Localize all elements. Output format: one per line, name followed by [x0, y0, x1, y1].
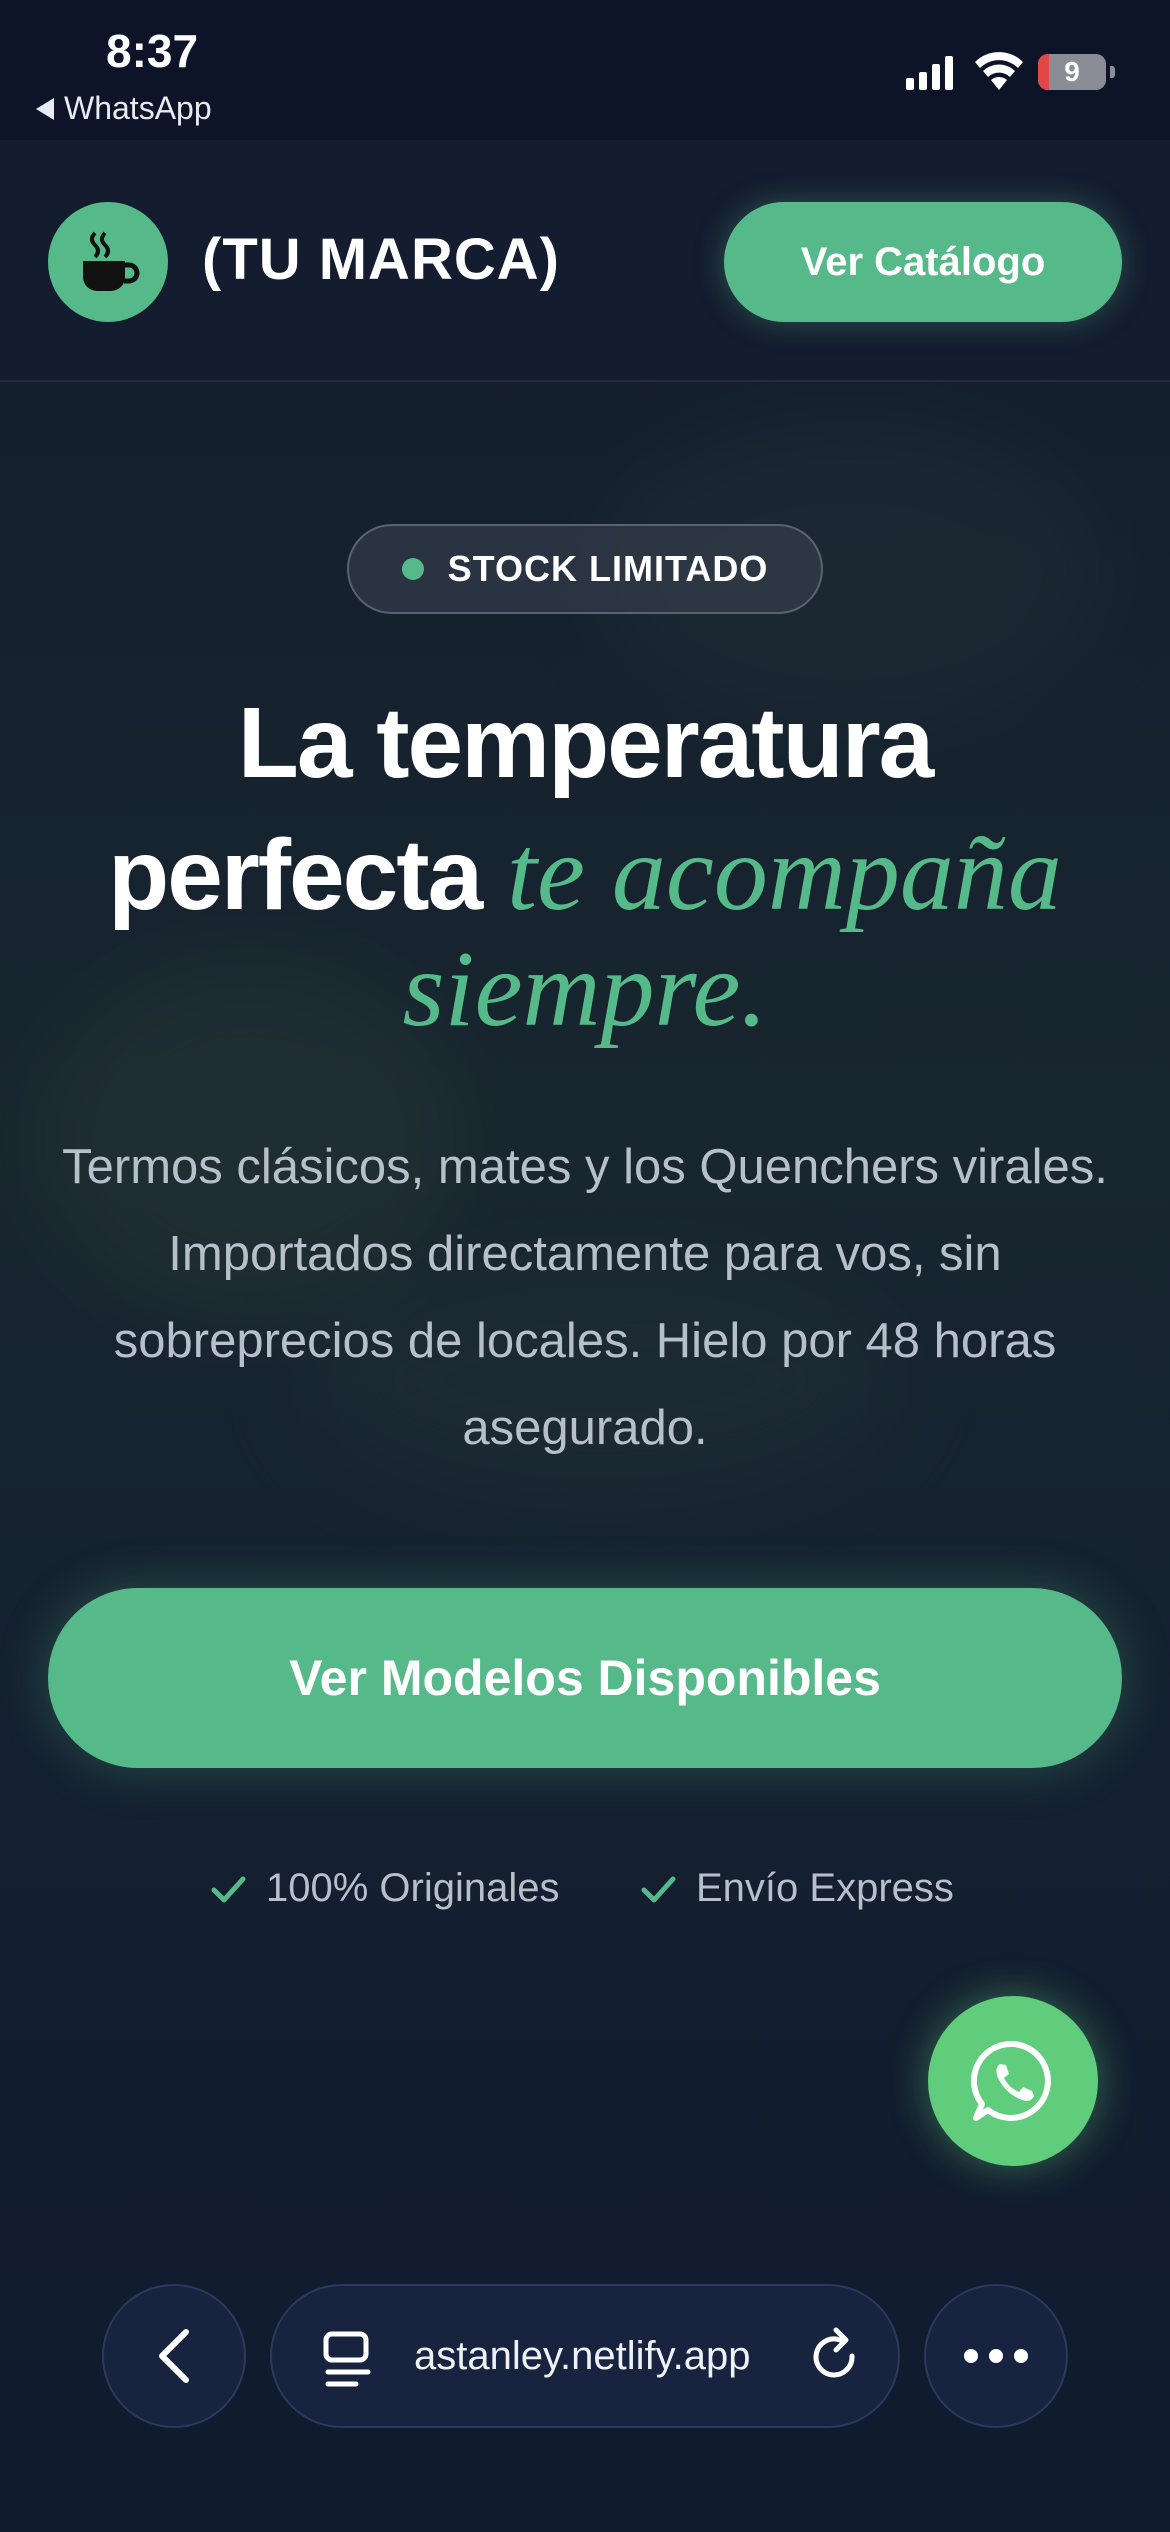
ellipsis-icon [964, 2349, 1028, 2363]
url-text: astanley.netlify.app [414, 2334, 751, 2378]
reload-icon[interactable] [806, 2326, 866, 2390]
feature-label: Envío Express [696, 1866, 954, 1910]
back-app-label: WhatsApp [64, 90, 212, 126]
whatsapp-button[interactable] [928, 1996, 1098, 2166]
view-models-button[interactable]: Ver Modelos Disponibles [48, 1588, 1122, 1768]
check-icon [211, 1876, 246, 1902]
stock-badge: STOCK LIMITADO [347, 524, 823, 614]
coffee-cup-icon [83, 231, 140, 291]
status-dot-icon [401, 558, 424, 580]
cellular-signal-icon [906, 56, 953, 90]
hero-title-line2: perfecta te acompaña [0, 812, 1170, 936]
hero-description: Termos clásicos, mates y los Quenchers v… [62, 1140, 1108, 1455]
hero-title-accent-2: siempre. [402, 930, 768, 1049]
chevron-left-icon [159, 2329, 189, 2383]
more-options-button[interactable] [924, 2284, 1068, 2428]
feature-originals: 100% Originales [208, 1866, 560, 1911]
battery-icon: 9 [1038, 54, 1106, 90]
check-icon [641, 1876, 676, 1902]
brand-name[interactable]: (TU MARCA) [202, 226, 560, 293]
catalog-button[interactable]: Ver Catálogo [724, 202, 1122, 322]
feature-label: 100% Originales [266, 1866, 560, 1910]
badge-label: STOCK LIMITADO [447, 548, 769, 589]
feature-express: Envío Express [638, 1866, 954, 1911]
hero-title-line1: La temperatura [237, 687, 934, 799]
back-triangle-icon [36, 97, 54, 120]
wifi-icon [975, 52, 1023, 90]
hero-title-line3: siempre. [0, 928, 1170, 1052]
battery-cap [1110, 66, 1115, 78]
logo[interactable] [48, 202, 168, 322]
hero-title-plain: perfecta [108, 819, 507, 931]
browser-back-button[interactable] [102, 2284, 246, 2428]
url-bar[interactable]: astanley.netlify.app [270, 2284, 900, 2428]
tabs-icon [323, 2331, 371, 2387]
whatsapp-icon [970, 2040, 1051, 2121]
status-bar: 8:37 WhatsApp 9 [0, 0, 1170, 140]
back-to-whatsapp[interactable]: WhatsApp [36, 90, 212, 127]
page: 8:37 WhatsApp 9 (TU MARCA) Ver Catálogo … [0, 0, 1170, 2532]
status-time: 8:37 [106, 25, 199, 77]
battery-level: 9 [1064, 56, 1080, 87]
hero-title-accent: te acompaña [506, 814, 1062, 933]
site-header: (TU MARCA) Ver Catálogo [0, 140, 1170, 382]
